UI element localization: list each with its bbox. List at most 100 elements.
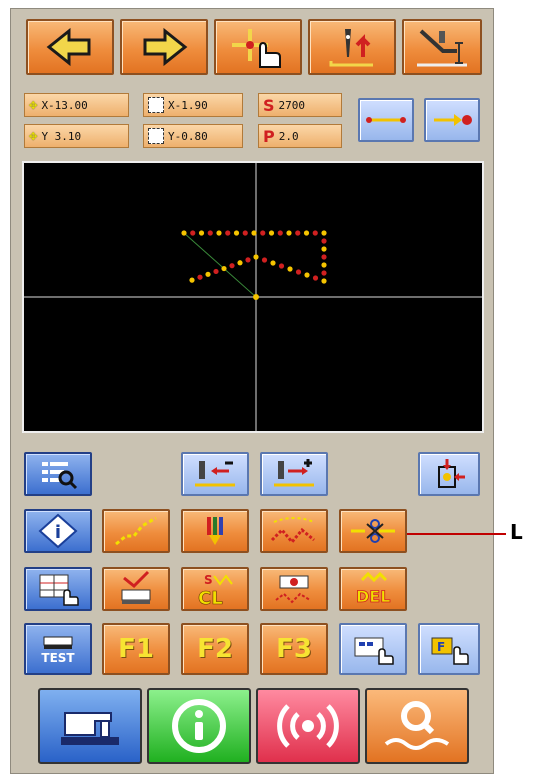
pattern-display[interactable] [22, 161, 484, 433]
sewing-mode-button[interactable] [38, 688, 142, 764]
stitch-point [303, 230, 310, 236]
info-icon: i [38, 513, 78, 549]
test-icon [43, 636, 73, 649]
stitch-point [198, 230, 205, 236]
stitch-path [181, 230, 327, 300]
erase-icon [275, 575, 311, 604]
stitch-point [229, 263, 235, 269]
stitch-point [237, 260, 243, 266]
stitch-point [225, 230, 231, 236]
stitch-point [321, 238, 327, 244]
line-stitch-button[interactable] [358, 98, 414, 142]
communication-button[interactable] [256, 688, 360, 764]
svg-text:F: F [437, 640, 445, 654]
stitch-point [321, 254, 327, 260]
info-mode-button[interactable] [147, 688, 251, 764]
speed-icon: S [263, 95, 275, 115]
svg-text:S: S [204, 573, 213, 587]
end-point-icon [434, 114, 472, 126]
clear-button[interactable]: S CL [181, 567, 249, 611]
f3-button[interactable]: F3 [260, 623, 328, 675]
sewing-machine-icon [61, 712, 119, 745]
delete-icon: DEL [356, 571, 391, 606]
delete-after-button[interactable] [260, 452, 328, 496]
callout-label: L [510, 520, 523, 544]
erase-button[interactable] [260, 567, 328, 611]
search-mode-button[interactable] [365, 688, 469, 764]
search-list-icon [42, 462, 78, 490]
function-set-button[interactable]: F [418, 623, 480, 675]
stitch-point [287, 266, 293, 272]
delete-after-icon [274, 459, 314, 487]
end-point-button[interactable] [424, 98, 480, 142]
prev-button[interactable] [26, 19, 114, 75]
machine-edit-button[interactable] [102, 567, 170, 611]
thread-trim-button[interactable] [339, 509, 407, 553]
delete-before-icon [195, 461, 235, 487]
stitch-point [321, 262, 327, 268]
presser-foot-button[interactable] [402, 19, 482, 75]
stitch-point [221, 265, 227, 272]
scale-y-field[interactable]: Y-0.80 [143, 124, 243, 148]
scale-x-field[interactable]: X-1.90 [143, 93, 243, 117]
dashed-line-button[interactable] [102, 509, 170, 553]
next-button[interactable] [120, 19, 208, 75]
needle-up-button[interactable] [308, 19, 396, 75]
stitch-point [207, 230, 213, 236]
stitch-point [312, 275, 319, 281]
pattern-select-button[interactable] [339, 623, 407, 675]
zigzag-icon [270, 517, 315, 545]
code-list-button[interactable] [24, 567, 92, 611]
move-y-field[interactable]: ✥ Y 3.10 [24, 124, 129, 148]
pitch-field[interactable]: P 2.0 [258, 124, 342, 148]
pattern-list-button[interactable] [24, 452, 92, 496]
pitch-value: 2.0 [278, 129, 299, 143]
f1-label: F1 [118, 634, 154, 664]
line-stitch-icon [366, 117, 406, 123]
svg-text:CL: CL [198, 588, 223, 608]
machine-edit-icon [121, 570, 151, 604]
callout-line [407, 533, 506, 535]
move-arrows-icon: ✥ [29, 128, 38, 144]
stitch-point [295, 269, 302, 275]
move-x-field[interactable]: ✥ X-13.00 [24, 93, 129, 117]
communication-icon [277, 704, 339, 748]
pattern-select-icon [354, 637, 394, 665]
move-y-value: Y 3.10 [41, 129, 82, 143]
f2-button[interactable]: F2 [181, 623, 249, 675]
origin-button[interactable] [418, 452, 480, 496]
f1-button[interactable]: F1 [102, 623, 170, 675]
test-button[interactable]: TEST [24, 623, 92, 675]
thread-color-button[interactable] [181, 509, 249, 553]
needle-up-icon [329, 29, 373, 67]
stitch-point [304, 272, 310, 278]
stitch-point [253, 254, 259, 260]
scale-icon [148, 128, 164, 144]
stitch-point [233, 230, 240, 236]
stitch-point [190, 230, 196, 236]
point-select-button[interactable] [214, 19, 302, 75]
cursor-hand-icon [232, 29, 281, 68]
pitch-icon: P [263, 126, 275, 146]
delete-before-button[interactable] [181, 452, 249, 496]
arrow-left-icon [46, 27, 91, 67]
zigzag-button[interactable] [260, 509, 328, 553]
arrow-right-icon [143, 27, 188, 67]
search-zoom-icon [384, 701, 450, 750]
stitch-point [321, 270, 327, 276]
stitch-point [321, 246, 327, 252]
stitch-point [213, 268, 219, 275]
stitch-point [277, 230, 283, 236]
function-hand-icon: F [431, 637, 469, 665]
speed-field[interactable]: S 2700 [258, 93, 342, 117]
scale-icon [148, 97, 164, 113]
info-mode-icon [172, 699, 226, 753]
pattern-canvas [24, 163, 482, 431]
presser-foot-icon [417, 29, 467, 67]
info-button[interactable]: i [24, 509, 92, 553]
delete-button[interactable]: DEL [339, 567, 407, 611]
stitch-point [270, 260, 276, 266]
scale-x-value: X-1.90 [168, 98, 208, 112]
stitch-point [268, 230, 275, 236]
test-label: TEST [41, 651, 75, 665]
